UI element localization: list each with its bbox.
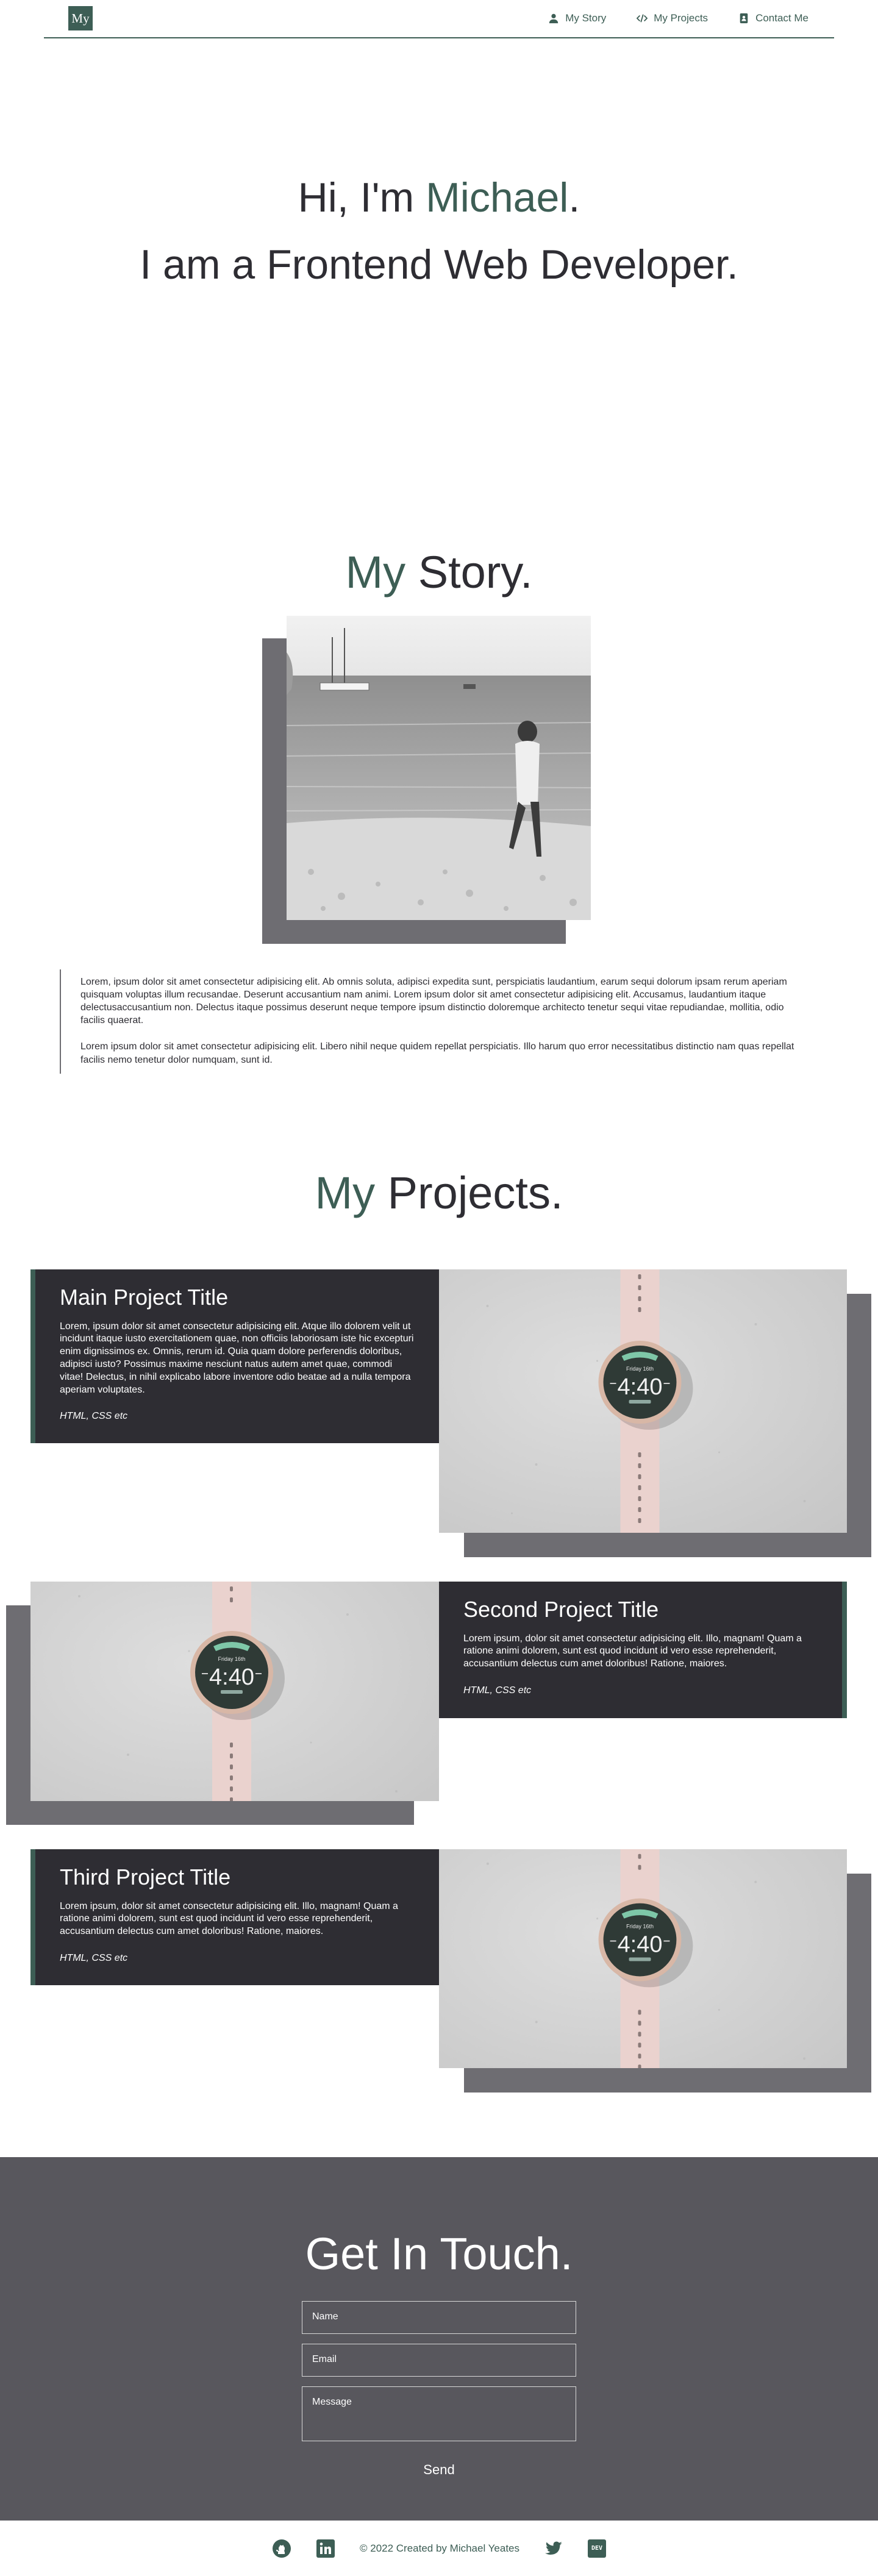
project-card-second: Second Project Title Lorem ipsum, dolor … xyxy=(439,1582,847,1718)
svg-text:4:40: 4:40 xyxy=(618,1932,663,1958)
name-field[interactable]: Name xyxy=(302,2301,576,2334)
project-description: Lorem ipsum, dolor sit amet consectetur … xyxy=(60,1900,398,1937)
dev-badge-label: DEV xyxy=(591,2544,603,2552)
project-tech: HTML, CSS etc xyxy=(60,1411,128,1422)
story-title: My Story. xyxy=(0,550,878,595)
story-text-block: Lorem, ipsum dolor sit amet consectetur … xyxy=(60,969,798,1074)
linkedin-icon[interactable] xyxy=(316,2539,335,2558)
hero-greeting: Hi, I'm Michael. xyxy=(0,177,878,218)
project-description: Lorem ipsum, dolor sit amet consectetur … xyxy=(463,1633,802,1669)
top-navigation: My My Story My Projects Contact Me xyxy=(44,0,834,38)
contact-book-icon xyxy=(740,13,748,24)
story-paragraph: Lorem ipsum dolor sit amet consectetur a… xyxy=(80,1041,794,1065)
footer: © 2022 Created by Michael Yeates DEV xyxy=(0,2521,878,2576)
project-tech: HTML, CSS etc xyxy=(463,1685,532,1696)
message-field[interactable]: Message xyxy=(302,2386,576,2441)
nav-links: My Story My Projects Contact Me xyxy=(548,12,808,24)
projects-title-rest: Projects. xyxy=(375,1168,563,1218)
nav-link-label: Contact Me xyxy=(755,12,808,24)
email-field[interactable]: Email xyxy=(302,2344,576,2377)
project-title: Main Project Title xyxy=(60,1285,229,1310)
twitter-icon[interactable] xyxy=(544,2539,563,2558)
svg-text:4:40: 4:40 xyxy=(209,1664,254,1690)
story-photo xyxy=(287,616,591,920)
nav-link-label: My Story xyxy=(565,12,607,24)
story-paragraph: Lorem, ipsum dolor sit amet consectetur … xyxy=(80,977,787,1026)
hero-section: Hi, I'm Michael. I am a Frontend Web Dev… xyxy=(0,177,878,285)
story-title-rest: Story. xyxy=(405,547,533,598)
copyright-text: © 2022 Created by Michael Yeates xyxy=(359,2542,520,2554)
svg-text:Friday 16th: Friday 16th xyxy=(626,1366,654,1372)
send-button[interactable]: Send xyxy=(409,2462,469,2478)
project-card-third: Third Project Title Lorem ipsum, dolor s… xyxy=(30,1849,439,1985)
project-image[interactable]: Friday 16th 4:40 xyxy=(439,1269,847,1533)
contact-section: Get In Touch. Name Email Message Send xyxy=(0,2157,878,2521)
dev-icon[interactable]: DEV xyxy=(588,2539,607,2558)
svg-text:Friday 16th: Friday 16th xyxy=(626,1924,654,1930)
hero-subtitle: I am a Frontend Web Developer. xyxy=(140,241,738,288)
code-icon xyxy=(637,14,648,23)
project-title: Second Project Title xyxy=(463,1597,659,1622)
github-icon[interactable] xyxy=(272,2539,291,2558)
nav-link-my-story[interactable]: My Story xyxy=(548,12,606,24)
contact-title: Get In Touch. xyxy=(305,2228,573,2279)
project-card-main: Main Project Title Lorem, ipsum dolor si… xyxy=(30,1269,439,1443)
user-icon xyxy=(549,13,559,24)
site-logo[interactable]: My xyxy=(68,6,93,30)
story-title-accent: My xyxy=(345,547,406,598)
hero-name: Michael xyxy=(426,174,569,221)
project-tech: HTML, CSS etc xyxy=(60,1952,128,1963)
nav-link-label: My Projects xyxy=(654,12,708,24)
project-image[interactable]: Friday 16th 4:40 xyxy=(439,1849,847,2068)
projects-title-accent: My xyxy=(315,1168,376,1218)
nav-link-contact-me[interactable]: Contact Me xyxy=(738,12,808,24)
nav-link-my-projects[interactable]: My Projects xyxy=(637,12,708,24)
greeting-suffix: . xyxy=(568,174,580,221)
svg-text:4:40: 4:40 xyxy=(618,1374,663,1400)
svg-text:Friday 16th: Friday 16th xyxy=(218,1656,245,1662)
project-description: Lorem, ipsum dolor sit amet consectetur … xyxy=(60,1321,414,1395)
greeting-prefix: Hi, I'm xyxy=(298,174,426,221)
footer-content: © 2022 Created by Michael Yeates DEV xyxy=(272,2539,607,2558)
project-image[interactable]: Friday 16th 4:40 xyxy=(30,1582,439,1801)
project-title: Third Project Title xyxy=(60,1864,231,1889)
projects-title: My Projects. xyxy=(0,1171,878,1216)
